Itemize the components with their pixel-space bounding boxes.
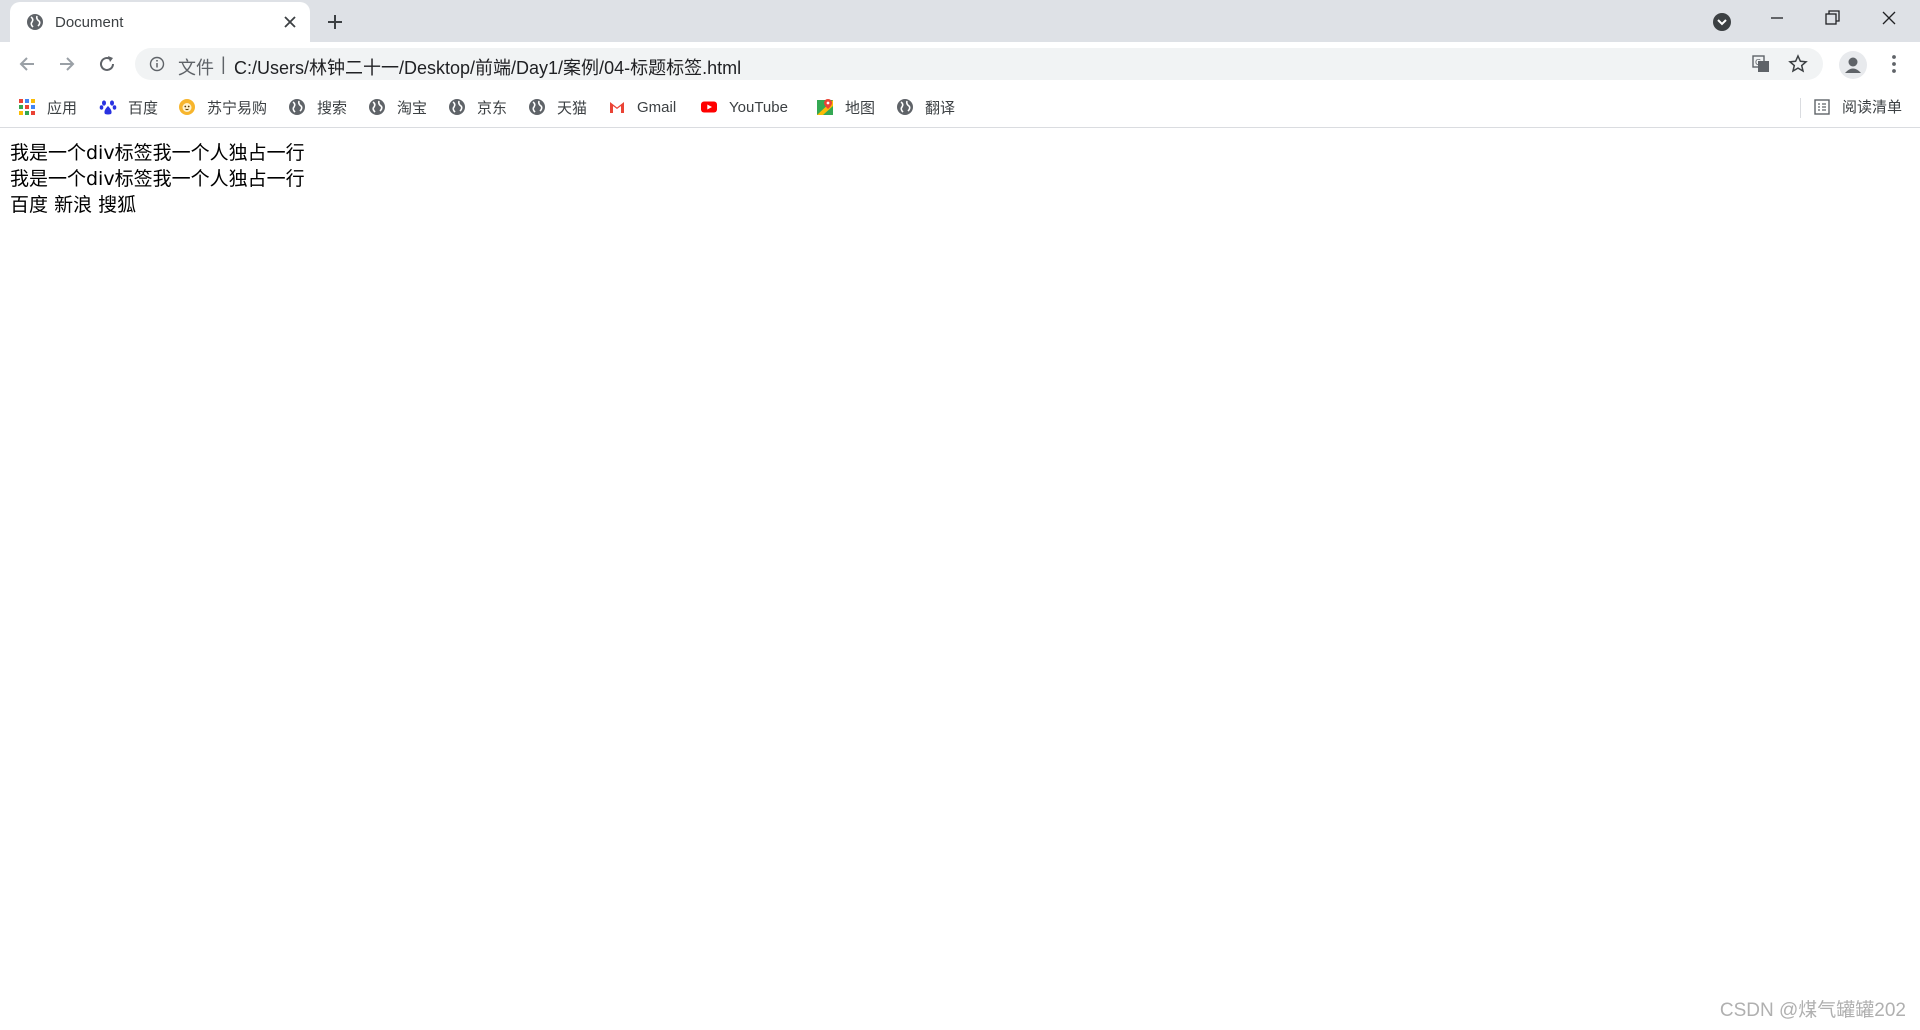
kebab-menu-icon[interactable] [1883,53,1905,75]
bookmark-label: YouTube [729,98,788,116]
tab-title: Document [55,14,124,31]
tab-search-button[interactable] [1710,10,1734,34]
bookmark-label: 天猫 [557,99,588,117]
globe-icon [369,99,385,115]
svg-text:G: G [1755,58,1761,67]
bookmark-label: 搜索 [317,99,348,117]
bookmark-search[interactable]: 搜索 [288,96,347,118]
restore-button[interactable] [1820,6,1844,30]
bookmark-maps[interactable]: 地图 [816,96,875,118]
reading-list-button[interactable]: 阅读清单 [1813,96,1902,117]
bookmarks-divider [1800,98,1801,118]
suning-lion-icon [179,99,195,115]
baidu-paw-icon [99,100,117,115]
page-viewport: 我是一个div标签我一个人独占一行 我是一个div标签我一个人独占一行 百度 新… [0,128,1920,1030]
bookmark-label: 苏宁易购 [207,99,268,117]
bookmark-label: 淘宝 [397,99,428,117]
page-content: 我是一个div标签我一个人独占一行 我是一个div标签我一个人独占一行 百度 新… [10,140,305,218]
bookmark-label: Gmail [637,98,677,116]
reading-list-icon [1814,98,1830,115]
bookmark-apps[interactable]: 应用 [18,96,77,118]
globe-icon [289,99,305,115]
bookmark-label: 百度 [128,99,159,117]
maps-pin-icon [817,99,833,115]
minimize-button[interactable] [1765,6,1789,30]
bookmark-gmail[interactable]: Gmail [608,96,676,118]
avatar-icon [1845,57,1861,73]
globe-icon [27,14,43,30]
reload-button[interactable] [96,53,118,75]
back-button[interactable] [16,53,38,75]
bookmark-baidu[interactable]: 百度 [99,96,158,118]
div-line-2: 我是一个div标签我一个人独占一行 [10,168,305,190]
toolbar: 文件 | C:/Users/林钟二十一/Desktop/前端/Day1/案例/0… [0,42,1920,86]
tab-document[interactable]: Document [10,2,310,42]
address-bar[interactable]: 文件 | C:/Users/林钟二十一/Desktop/前端/Day1/案例/0… [135,48,1823,80]
bookmark-jd[interactable]: 京东 [448,96,507,118]
close-tab-icon[interactable] [281,13,299,31]
forward-button[interactable] [56,53,78,75]
apps-grid-icon [19,99,35,115]
div-line-1: 我是一个div标签我一个人独占一行 [10,142,305,164]
bookmark-translate[interactable]: 翻译 [896,96,955,118]
profile-button[interactable] [1839,51,1867,79]
url-text[interactable]: C:/Users/林钟二十一/Desktop/前端/Day1/案例/04-标题标… [234,54,741,80]
bookmarks-bar: 应用 百度 苏宁易购 搜索 淘宝 京东 天猫 Gmail YouTube 地图 … [0,86,1920,128]
tab-strip: Document [0,0,1920,42]
bookmark-tmall[interactable]: 天猫 [528,96,587,118]
scheme-separator: | [221,54,226,74]
bookmark-label: 翻译 [925,99,956,117]
bookmark-suning[interactable]: 苏宁易购 [178,96,267,118]
globe-icon [897,99,913,115]
csdn-watermark: CSDN @煤气罐罐202 [1719,1000,1906,1021]
bookmark-label: 京东 [477,99,508,117]
close-window-button[interactable] [1877,6,1901,30]
bookmark-youtube[interactable]: YouTube [700,96,788,118]
new-tab-button[interactable] [322,9,348,35]
bookmark-label: 应用 [47,99,78,117]
bookmark-taobao[interactable]: 淘宝 [368,96,427,118]
info-icon[interactable] [149,56,165,72]
globe-icon [529,99,545,115]
link-row: 百度 新浪 搜狐 [10,192,305,218]
link-baidu[interactable]: 百度 [10,194,48,216]
globe-icon [449,99,465,115]
scheme-label: 文件 [178,58,214,78]
gmail-icon [610,102,624,113]
translate-icon[interactable]: G [1751,54,1771,74]
bookmark-star-icon[interactable] [1788,54,1808,74]
reading-list-label: 阅读清单 [1842,99,1903,116]
youtube-icon [701,101,717,113]
link-sina[interactable]: 新浪 [54,194,92,216]
link-sohu[interactable]: 搜狐 [98,194,136,216]
bookmark-label: 地图 [845,99,876,117]
